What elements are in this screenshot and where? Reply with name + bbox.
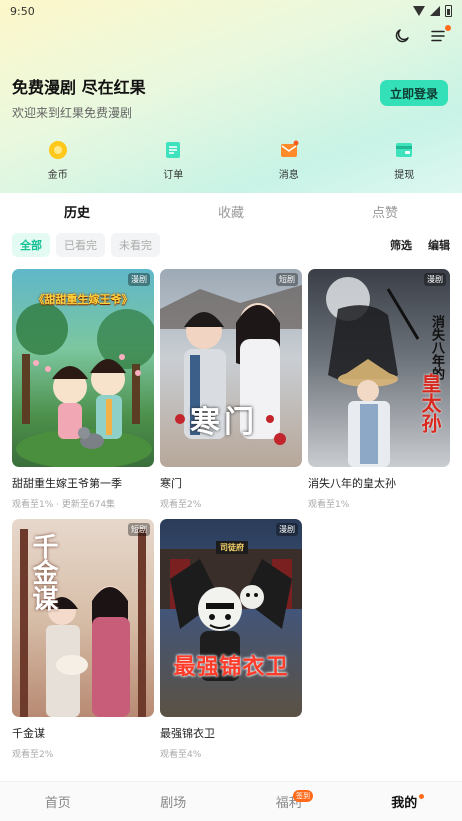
- nav-welfare[interactable]: 福利 签到: [231, 782, 347, 821]
- quick-actions: 金币 订单 消息 提现: [0, 140, 462, 182]
- promo-title: 免费漫剧 尽在红果: [12, 78, 146, 97]
- type-badge: 漫剧: [276, 523, 298, 536]
- poster-title: 《甜甜重生嫁王爷》: [33, 293, 133, 306]
- history-card[interactable]: 寒门 短剧 寒门 观看至2%: [160, 269, 302, 510]
- history-card[interactable]: 《甜甜重生嫁王爷》 漫剧 甜甜重生嫁王爷第一季 观看至1% · 更新至674集: [12, 269, 154, 510]
- history-card[interactable]: 司徒府 最强锦衣卫 漫剧 最强锦衣卫 观看至4%: [160, 519, 302, 760]
- nav-label: 剧场: [160, 796, 187, 811]
- tab-history[interactable]: 历史: [0, 193, 154, 230]
- quick-action-withdraw[interactable]: 提现: [347, 140, 462, 182]
- quick-action-label: 订单: [163, 170, 184, 181]
- type-badge: 短剧: [276, 273, 298, 286]
- nav-badge: 签到: [293, 790, 313, 802]
- card-title: 消失八年的皇太孙: [308, 477, 396, 490]
- filter-chip-all[interactable]: 全部: [12, 233, 50, 257]
- signal-icon: [430, 6, 440, 16]
- poster-title-bottom: 皇太孙: [418, 373, 442, 433]
- poster-image[interactable]: 司徒府 最强锦衣卫 漫剧: [160, 519, 302, 717]
- status-time: 9:50: [10, 4, 35, 18]
- quick-action-coins[interactable]: 金币: [0, 140, 116, 182]
- card-meta: 观看至2%: [12, 750, 54, 760]
- filter-row: 全部 已看完 未看完 筛选 编辑: [12, 233, 450, 257]
- card-meta: 观看至2%: [160, 500, 202, 510]
- history-card[interactable]: 千金谋 短剧 千金谋 观看至2%: [12, 519, 154, 760]
- content-tabs: 历史 收藏 点赞: [0, 193, 462, 230]
- header-actions: [392, 25, 451, 46]
- filter-chip-unfinished[interactable]: 未看完: [111, 233, 160, 257]
- poster-image[interactable]: 千金谋 短剧: [12, 519, 154, 717]
- card-meta: 观看至4%: [160, 750, 202, 760]
- filter-chip-finished[interactable]: 已看完: [56, 233, 105, 257]
- quick-action-messages[interactable]: 消息: [231, 140, 347, 182]
- battery-icon: [445, 5, 452, 17]
- coin-icon: [48, 140, 68, 160]
- order-icon: [163, 140, 183, 160]
- nav-label: 首页: [44, 796, 71, 811]
- filter-button[interactable]: 筛选: [390, 237, 412, 253]
- promo-block: 免费漫剧 尽在红果 欢迎来到红果免费漫剧: [12, 74, 146, 121]
- card-title: 甜甜重生嫁王爷第一季: [12, 477, 122, 490]
- card-meta: 观看至1% · 更新至674集: [12, 500, 116, 510]
- poster-title: 千金谋: [28, 533, 58, 611]
- quick-action-label: 金币: [47, 170, 68, 181]
- history-card[interactable]: 消失八年的 皇太孙 漫剧 消失八年的皇太孙 观看至1%: [308, 269, 450, 510]
- moon-icon[interactable]: [392, 26, 412, 46]
- type-badge: 漫剧: [424, 273, 446, 286]
- tab-likes[interactable]: 点赞: [308, 193, 462, 230]
- quick-action-orders[interactable]: 订单: [116, 140, 232, 182]
- card-title: 千金谋: [12, 727, 45, 740]
- poster-image[interactable]: 《甜甜重生嫁王爷》 漫剧: [12, 269, 154, 467]
- bottom-nav: 首页 剧场 福利 签到 我的: [0, 781, 462, 821]
- nav-theater[interactable]: 剧场: [116, 782, 232, 821]
- nav-label: 我的: [391, 796, 418, 811]
- type-badge: 漫剧: [128, 273, 150, 286]
- withdraw-icon: [394, 140, 414, 160]
- notification-dot: [418, 794, 424, 799]
- nav-mine[interactable]: 我的: [347, 782, 462, 821]
- filter-actions: 筛选 编辑: [390, 237, 450, 253]
- poster-sign: 司徒府: [216, 541, 248, 554]
- quick-action-label: 消息: [278, 170, 299, 181]
- type-badge: 短剧: [128, 523, 150, 536]
- status-icons: [413, 5, 452, 17]
- card-title: 寒门: [160, 477, 182, 490]
- menu-icon[interactable]: [428, 25, 451, 46]
- status-bar: 9:50: [0, 0, 462, 22]
- card-title: 最强锦衣卫: [160, 727, 215, 740]
- tab-favorites[interactable]: 收藏: [154, 193, 308, 230]
- notification-dot: [445, 25, 451, 31]
- login-button[interactable]: 立即登录: [380, 80, 448, 106]
- promo-subtitle: 欢迎来到红果免费漫剧: [12, 106, 133, 120]
- poster-title: 最强锦衣卫: [173, 655, 289, 680]
- poster-image[interactable]: 寒门 短剧: [160, 269, 302, 467]
- edit-button[interactable]: 编辑: [428, 237, 450, 253]
- nav-home[interactable]: 首页: [0, 782, 116, 821]
- poster-title-top: 消失八年的: [429, 315, 444, 380]
- wifi-icon: [413, 6, 425, 16]
- message-icon: [279, 140, 299, 160]
- card-meta: 观看至1%: [308, 500, 350, 510]
- poster-image[interactable]: 消失八年的 皇太孙 漫剧: [308, 269, 450, 467]
- poster-title: 寒门: [190, 405, 258, 440]
- quick-action-label: 提现: [394, 170, 415, 181]
